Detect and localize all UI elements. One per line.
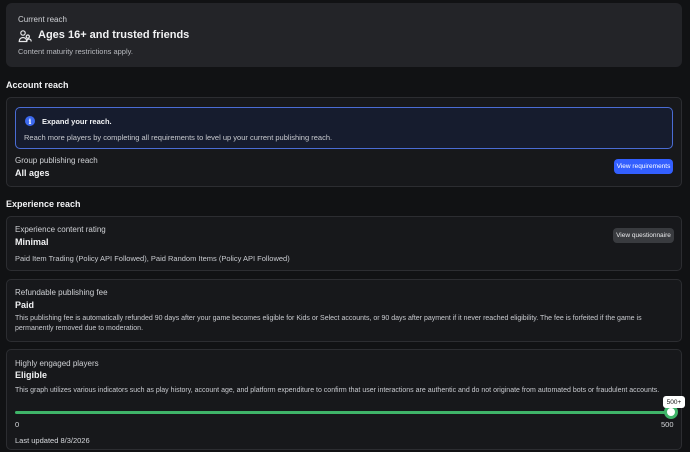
publishing-fee-panel: Refundable publishing fee Paid This publ… <box>6 279 682 342</box>
account-reach-heading: Account reach <box>6 80 69 90</box>
engagement-slider-track <box>15 411 673 414</box>
experience-reach-heading: Experience reach <box>6 199 81 209</box>
last-updated-text: Last updated 8/3/2026 <box>15 436 90 445</box>
expand-reach-info-box: i Expand your reach. Reach more players … <box>15 107 673 149</box>
info-body: Reach more players by completing all req… <box>24 133 333 142</box>
view-requirements-button[interactable]: View requirements <box>614 159 673 174</box>
group-reach-label: Group publishing reach <box>15 156 98 165</box>
engaged-players-value: Eligible <box>15 370 48 380</box>
engagement-slider-tooltip: 500+ <box>663 396 685 408</box>
group-reach-value: All ages <box>15 168 50 178</box>
current-reach-card: Current reach Ages 16+ and trusted frien… <box>6 3 682 67</box>
info-icon: i <box>25 116 35 126</box>
publishing-fee-value: Paid <box>15 300 35 310</box>
engaged-players-body: This graph utilizes various indicators s… <box>15 387 660 394</box>
slider-min-label: 0 <box>15 420 20 429</box>
publishing-fee-body-line1: This publishing fee is automatically ref… <box>15 315 642 322</box>
current-reach-value: Ages 16+ and trusted friends <box>38 29 190 41</box>
engaged-players-panel: Highly engaged players Eligible This gra… <box>6 349 682 450</box>
view-questionnaire-button[interactable]: View questionnaire <box>613 228 674 243</box>
content-rating-value: Minimal <box>15 237 49 247</box>
content-rating-label: Experience content rating <box>15 225 106 234</box>
content-rating-details: Paid Item Trading (Policy API Followed),… <box>15 254 290 263</box>
info-title: Expand your reach. <box>42 117 112 126</box>
current-reach-note: Content maturity restrictions apply. <box>18 47 133 56</box>
publishing-fee-body-line2: permanently removed due to moderation. <box>15 325 144 332</box>
people-icon <box>18 29 32 43</box>
publishing-fee-label: Refundable publishing fee <box>15 288 108 297</box>
content-rating-panel: Experience content rating Minimal Paid I… <box>6 216 682 271</box>
current-reach-label: Current reach <box>18 15 67 24</box>
engaged-players-label: Highly engaged players <box>15 359 99 368</box>
slider-max-label: 500 <box>661 420 674 429</box>
